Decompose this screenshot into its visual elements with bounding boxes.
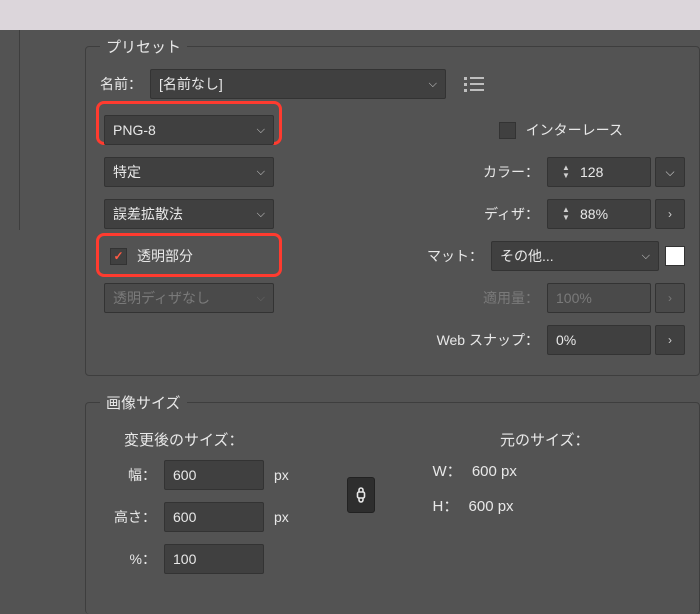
chevron-down-icon: ⌵ (429, 78, 437, 91)
image-size-legend: 画像サイズ (100, 392, 187, 413)
chevron-down-icon: ⌵ (257, 166, 265, 179)
highlight-transparency (96, 233, 282, 277)
dither-value: 88% (580, 206, 608, 222)
image-size-fieldset: 画像サイズ 変更後のサイズ： 幅： 600 px 高さ： 600 px (85, 392, 700, 614)
amount-label: 適用量： (483, 288, 539, 308)
dither-slider-button[interactable]: › (655, 199, 685, 229)
width-value: 600 (173, 467, 196, 483)
interlace-checkbox[interactable]: ✓ (499, 122, 516, 139)
reduction-select[interactable]: 特定 ⌵ (104, 157, 274, 187)
color-value: 128 (580, 164, 603, 180)
interlace-label: インターレース (526, 120, 623, 140)
dither-input[interactable]: ▲▼ 88% (547, 199, 651, 229)
percent-input[interactable]: 100 (164, 544, 264, 574)
web-snap-value: 0% (556, 332, 576, 348)
dither-label: ディザ： (484, 204, 539, 224)
dither-algo-value: 誤差拡散法 (113, 204, 183, 224)
stepper-icon[interactable]: ▲▼ (556, 206, 576, 222)
name-label: 名前： (100, 74, 142, 94)
height-label: 高さ： (100, 507, 156, 527)
color-dropdown-button[interactable]: ⌵ (655, 157, 685, 187)
name-value: [名前なし] (159, 74, 223, 94)
window-titlebar-gap (0, 0, 700, 30)
new-size-heading: 変更後のサイズ： (124, 429, 381, 450)
height-unit: px (274, 509, 289, 525)
preset-menu-icon[interactable] (466, 77, 484, 91)
transparency-dither-select: 透明ディザなし ⌵ (104, 283, 274, 313)
height-value: 600 (173, 509, 196, 525)
web-snap-input[interactable]: 0% (547, 325, 651, 355)
matte-label: マット： (427, 246, 483, 266)
color-input[interactable]: ▲▼ 128 (547, 157, 651, 187)
orig-width-label: W： (433, 463, 462, 480)
reduction-value: 特定 (113, 162, 141, 182)
matte-select[interactable]: その他... ⌵ (491, 241, 659, 271)
chevron-down-icon: ⌵ (257, 292, 265, 305)
preset-fieldset: プリセット 名前： [名前なし] ⌵ PNG-8 ⌵ ✓ インターレース (85, 36, 700, 376)
dither-algo-select[interactable]: 誤差拡散法 ⌵ (104, 199, 274, 229)
width-unit: px (274, 467, 289, 483)
width-label: 幅： (100, 465, 156, 485)
orig-width-value: 600 px (472, 463, 517, 480)
format-value: PNG-8 (113, 122, 156, 138)
amount-input: 100% (547, 283, 651, 313)
trans-dither-value: 透明ディザなし (113, 288, 210, 308)
amount-value: 100% (556, 290, 592, 306)
orig-height-value: 600 px (469, 498, 514, 515)
constrain-proportions-icon[interactable] (347, 477, 375, 513)
left-panel-edge (0, 30, 20, 230)
orig-height-label: H： (433, 498, 459, 515)
matte-color-swatch[interactable] (665, 246, 685, 266)
amount-slider-button: › (655, 283, 685, 313)
width-input[interactable]: 600 (164, 460, 264, 490)
web-snap-slider-button[interactable]: › (655, 325, 685, 355)
original-size-heading: 元のサイズ： (405, 429, 686, 450)
chevron-down-icon: ⌵ (642, 250, 650, 263)
matte-value: その他... (500, 246, 554, 266)
chevron-down-icon: ⌵ (257, 124, 265, 137)
format-select[interactable]: PNG-8 ⌵ (104, 115, 274, 145)
stepper-icon[interactable]: ▲▼ (556, 164, 576, 180)
height-input[interactable]: 600 (164, 502, 264, 532)
chevron-down-icon: ⌵ (257, 208, 265, 221)
percent-label: %： (100, 549, 156, 569)
name-select[interactable]: [名前なし] ⌵ (150, 69, 446, 99)
percent-value: 100 (173, 551, 196, 567)
preset-legend: プリセット (100, 36, 187, 57)
color-label: カラー： (483, 162, 539, 182)
web-snap-label: Web スナップ： (437, 330, 539, 350)
